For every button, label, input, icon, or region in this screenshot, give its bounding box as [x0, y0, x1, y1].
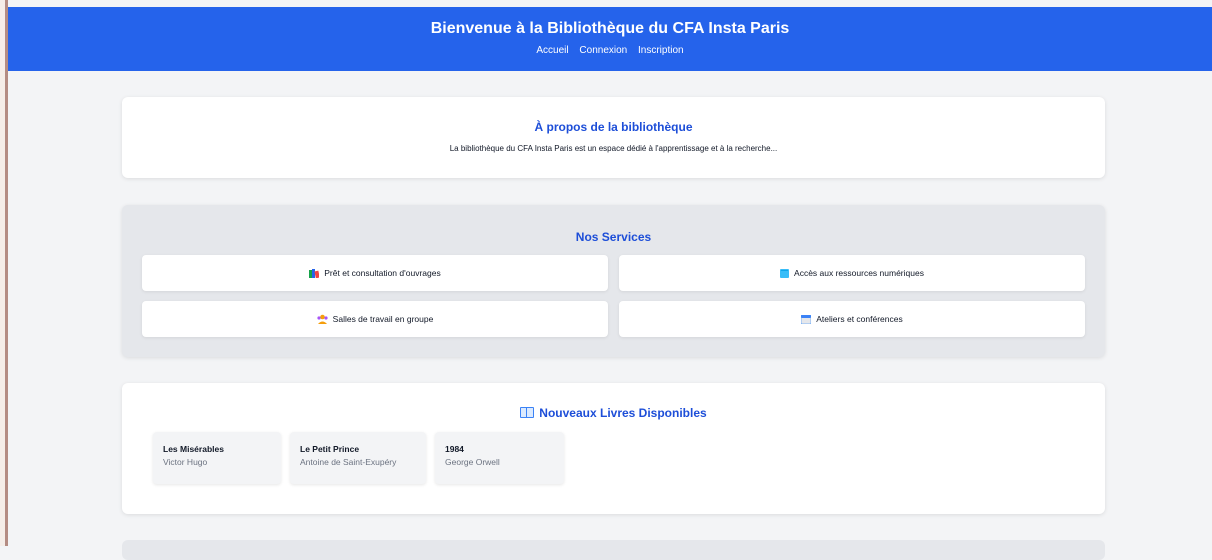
- book-title: 1984: [445, 444, 464, 454]
- blue-book-icon: [780, 268, 790, 278]
- services-title: Nos Services: [575, 230, 652, 244]
- book-card[interactable]: 1984 George Orwell: [435, 432, 564, 484]
- window-left-edge: [0, 0, 8, 546]
- about-title: À propos de la bibliothèque: [534, 120, 693, 134]
- next-section-partial: [122, 540, 1105, 560]
- main-nav: Accueil Connexion Inscription: [8, 45, 1212, 57]
- book-title: Les Misérables: [163, 444, 224, 454]
- service-label: Salles de travail en groupe: [332, 314, 434, 324]
- new-books-section: Nouveaux Livres Disponibles Les Misérabl…: [122, 383, 1105, 514]
- service-label: Accès aux ressources numériques: [794, 268, 924, 278]
- service-label: Ateliers et conférences: [816, 314, 903, 324]
- book-card[interactable]: Les Misérables Victor Hugo: [153, 432, 281, 484]
- book-author: George Orwell: [445, 457, 500, 467]
- service-item-workshops[interactable]: Ateliers et conférences: [619, 301, 1085, 337]
- site-title: Bienvenue à la Bibliothèque du CFA Insta…: [430, 20, 790, 37]
- book-title: Le Petit Prince: [300, 444, 360, 454]
- book-author: Victor Hugo: [163, 457, 208, 467]
- book-card[interactable]: Le Petit Prince Antoine de Saint-Exupéry: [290, 432, 426, 484]
- site-header: Bienvenue à la Bibliothèque du CFA Insta…: [8, 7, 1212, 71]
- new-books-title-text: Nouveaux Livres Disponibles: [539, 406, 707, 420]
- nav-link-connexion[interactable]: Connexion: [579, 45, 627, 56]
- service-item-digital[interactable]: Accès aux ressources numériques: [619, 255, 1085, 291]
- about-section: À propos de la bibliothèque La bibliothè…: [122, 97, 1105, 178]
- calendar-icon: [801, 314, 812, 324]
- nav-link-inscription[interactable]: Inscription: [638, 45, 684, 56]
- service-item-loan[interactable]: Prêt et consultation d'ouvrages: [142, 255, 608, 291]
- new-books-title: Nouveaux Livres Disponibles: [122, 405, 1105, 421]
- book-author: Antoine de Saint-Exupéry: [300, 457, 397, 467]
- service-label: Prêt et consultation d'ouvrages: [324, 268, 441, 278]
- about-text: La bibliothèque du CFA Insta Paris est u…: [449, 144, 778, 153]
- open-book-icon: [520, 407, 535, 418]
- service-item-group-rooms[interactable]: Salles de travail en groupe: [142, 301, 608, 337]
- group-icon: [317, 314, 328, 324]
- nav-link-accueil[interactable]: Accueil: [536, 45, 568, 56]
- books-icon: [309, 268, 320, 278]
- services-section: Nos Services Prêt et consultation d'ouvr…: [122, 205, 1105, 357]
